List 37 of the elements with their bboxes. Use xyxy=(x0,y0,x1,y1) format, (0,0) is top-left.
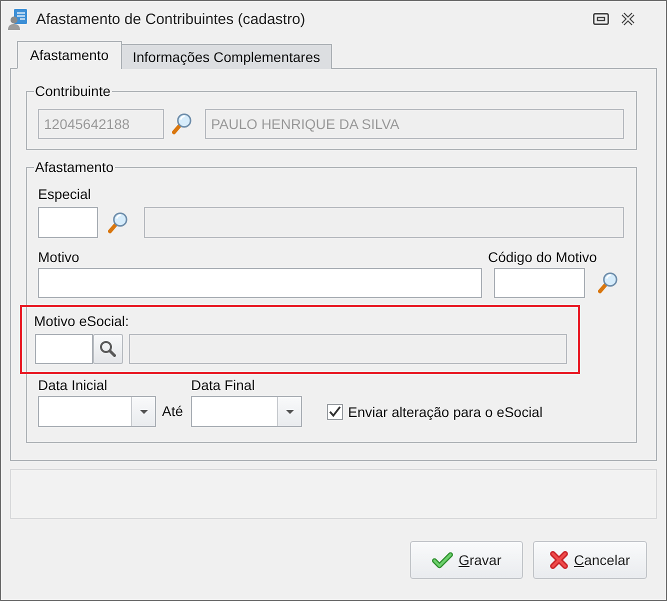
field-label: Data Final xyxy=(191,377,255,393)
input-field[interactable] xyxy=(494,268,585,298)
tab[interactable]: Afastamento xyxy=(17,41,122,69)
group-title: Afastamento xyxy=(34,159,115,175)
field-label: Código do Motivo xyxy=(488,249,597,265)
search-icon[interactable] xyxy=(108,212,128,234)
search-icon[interactable] xyxy=(598,272,618,294)
search-icon[interactable] xyxy=(172,113,192,135)
checkbox[interactable] xyxy=(327,404,344,420)
check-icon xyxy=(329,406,342,417)
user-document-icon xyxy=(8,8,28,30)
group-title: Contribuinte xyxy=(34,83,112,99)
search-icon xyxy=(100,341,116,357)
checkbox-label[interactable]: Enviar alteração para o eSocial xyxy=(348,404,543,420)
maximize-icon[interactable] xyxy=(593,13,609,25)
input-field[interactable] xyxy=(38,207,98,238)
field-label: Motivo eSocial: xyxy=(34,313,129,329)
field-label: Especial xyxy=(38,186,91,202)
dropdown-button[interactable] xyxy=(277,397,302,426)
input-field[interactable] xyxy=(38,268,482,298)
input-field[interactable] xyxy=(35,334,93,364)
range-label: Até xyxy=(162,402,184,421)
close-icon[interactable] xyxy=(621,12,635,26)
caret-icon xyxy=(286,410,294,414)
field-label: Motivo xyxy=(38,249,80,265)
window-title: Afastamento de Contribuintes (cadastro) xyxy=(36,10,306,28)
search-button[interactable] xyxy=(93,334,123,364)
tab[interactable]: Informações Complementares xyxy=(120,44,332,69)
date-field[interactable] xyxy=(191,396,302,427)
x-icon xyxy=(550,551,568,569)
date-field[interactable] xyxy=(38,396,156,427)
dropdown-button[interactable] xyxy=(131,397,155,426)
field-label: Data Inicial xyxy=(38,377,108,393)
cancel-button[interactable]: Cancelar xyxy=(533,541,647,579)
caret-icon xyxy=(140,410,148,414)
save-button[interactable]: Gravar xyxy=(410,541,523,579)
check-icon xyxy=(432,552,453,568)
